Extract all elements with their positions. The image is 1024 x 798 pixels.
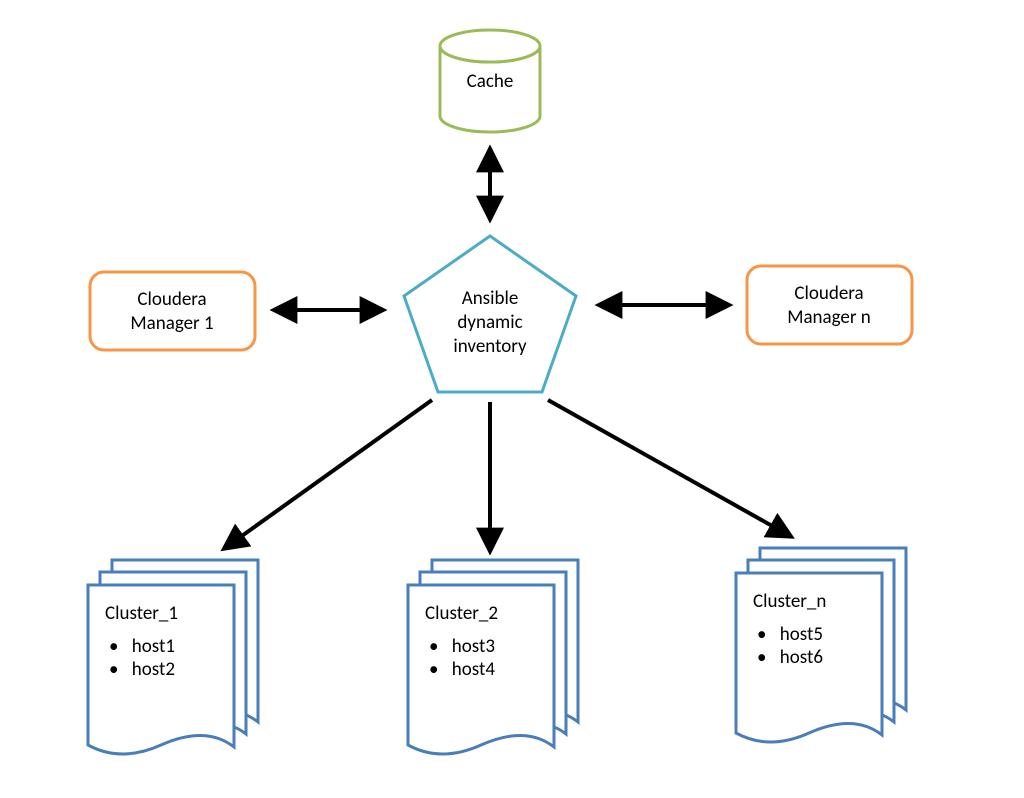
cmN-label: Cloudera Manager n [749,282,909,330]
cmN-line2: Manager n [787,306,871,329]
cluster-2-text: Cluster_2 host3 host4 [425,602,565,681]
cluster-2-host-2: host4 [429,658,565,681]
cluster-1-text: Cluster_1 host1 host2 [105,602,245,681]
cm1-label: Cloudera Manager 1 [92,288,252,336]
cluster-n-host-2: host6 [757,646,893,669]
cluster-n-title: Cluster_n [753,590,893,613]
cluster-2-host-1: host3 [429,635,565,658]
center-label-line3: inventory [453,335,526,358]
cm1-line2: Manager 1 [130,312,213,335]
center-label: Ansible dynamic inventory [415,287,565,358]
cluster-1-host-1: host1 [109,635,245,658]
cluster-n-host-1: host5 [757,623,893,646]
cluster-2-title: Cluster_2 [425,602,565,625]
cluster-n-text: Cluster_n host5 host6 [753,590,893,669]
cluster-1-title: Cluster_1 [105,602,245,625]
cm1-line1: Cloudera [137,288,206,311]
center-label-line1: Ansible [462,287,519,310]
cmN-line1: Cloudera [794,282,863,305]
cache-label: Cache [430,70,550,93]
cluster-1-host-2: host2 [109,658,245,681]
center-label-line2: dynamic [457,311,522,334]
